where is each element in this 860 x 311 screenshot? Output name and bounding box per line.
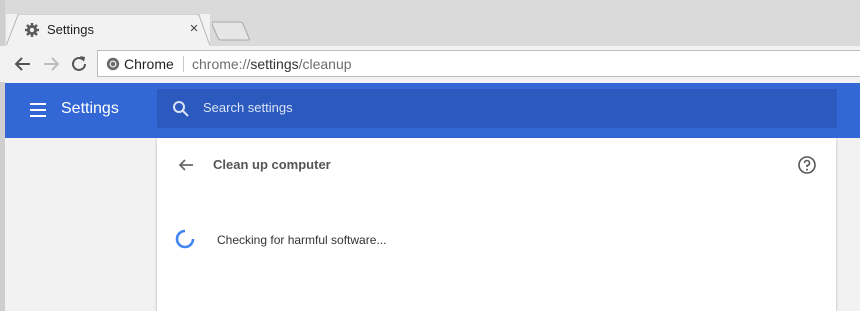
search-placeholder: Search settings <box>203 100 293 115</box>
back-button[interactable] <box>12 53 34 75</box>
search-settings-input[interactable]: Search settings <box>157 89 837 128</box>
address-bar[interactable]: Chrome chrome://settings/cleanup <box>97 50 860 77</box>
page-title: Clean up computer <box>213 157 331 172</box>
settings-header: Settings Search settings <box>5 83 860 138</box>
reload-button[interactable] <box>68 53 90 75</box>
site-label: Chrome <box>124 56 174 72</box>
help-icon[interactable] <box>797 155 817 175</box>
url-scheme: chrome:// <box>192 56 251 72</box>
browser-window: Settings × Chrome chrome://settings/clea… <box>0 0 860 311</box>
scan-status-text: Checking for harmful software... <box>217 233 387 247</box>
back-arrow-icon[interactable] <box>177 156 195 174</box>
browser-toolbar: Chrome chrome://settings/cleanup <box>0 46 860 82</box>
url-text: chrome://settings/cleanup <box>192 56 352 72</box>
close-tab-icon[interactable]: × <box>186 21 202 37</box>
cleanup-card: Clean up computer Checking for harmful s… <box>157 138 836 311</box>
chrome-icon <box>106 57 120 71</box>
omnibox-separator <box>183 56 184 72</box>
tab-settings[interactable]: Settings × <box>6 14 210 46</box>
url-host: settings <box>250 56 299 72</box>
url-path: /cleanup <box>298 56 352 72</box>
loading-spinner-icon <box>175 229 195 249</box>
new-tab-button[interactable] <box>212 20 252 42</box>
gear-icon <box>25 23 39 37</box>
search-icon <box>173 101 189 117</box>
forward-button[interactable] <box>40 53 62 75</box>
hamburger-menu-icon[interactable] <box>29 101 49 119</box>
tab-title: Settings <box>47 22 94 37</box>
settings-title: Settings <box>61 100 119 117</box>
